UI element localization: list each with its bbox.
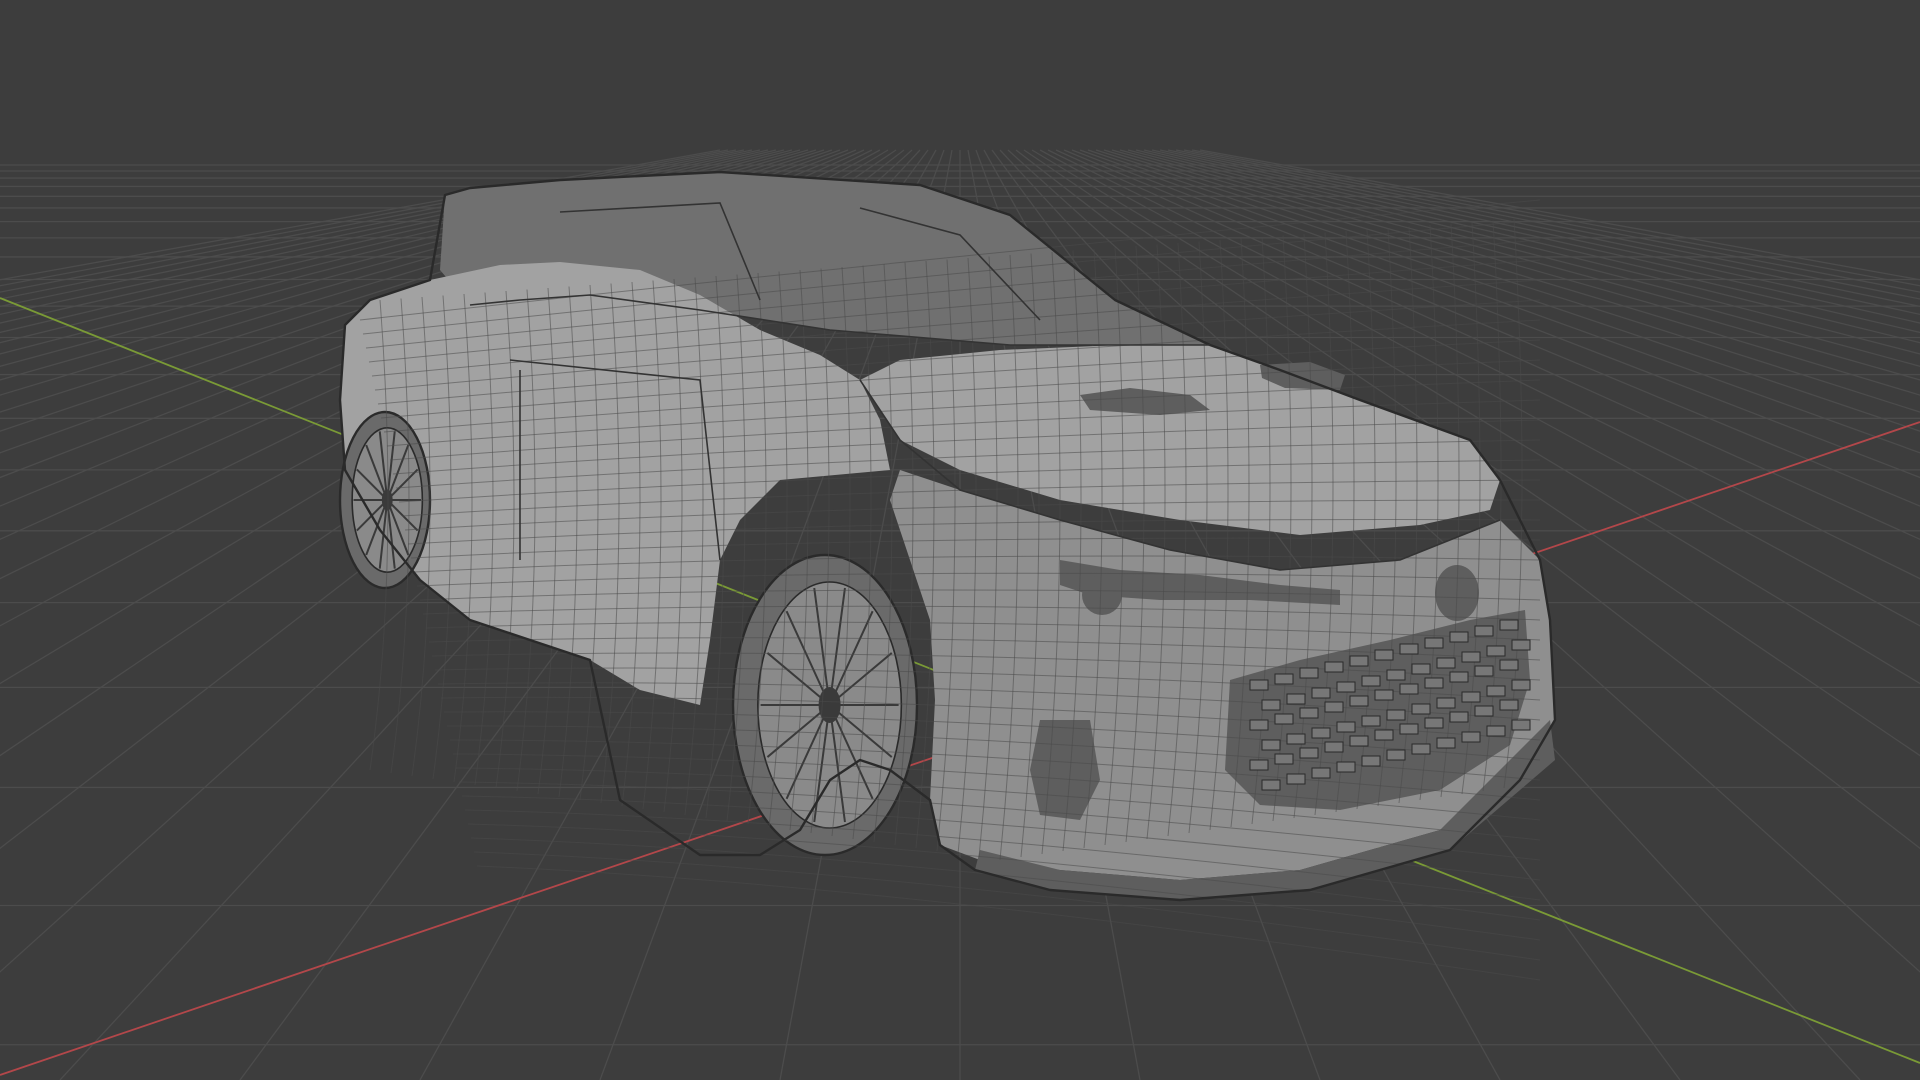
front-wheel [731,553,919,857]
rear-wheel [338,410,432,590]
3d-viewport[interactable] [0,0,1920,1080]
viewport-canvas[interactable] [0,0,1920,1080]
headlight-lens [1082,575,1122,615]
